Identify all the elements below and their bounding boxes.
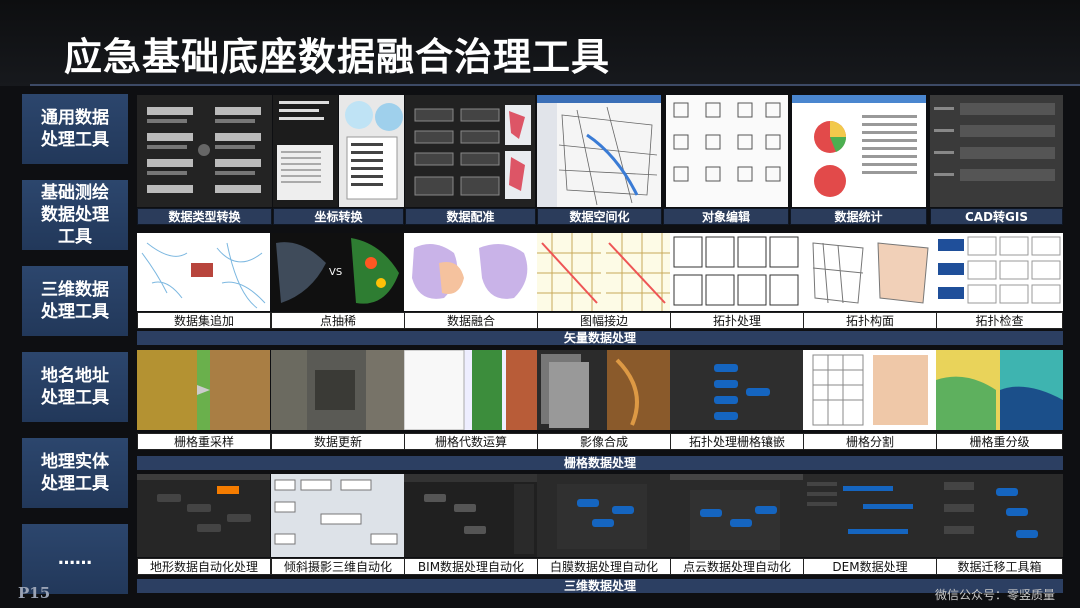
tool-label[interactable]: 数据空间化 xyxy=(537,208,662,225)
tool-label[interactable]: DEM数据处理 xyxy=(803,558,937,575)
thumb-type-conversion xyxy=(137,95,272,207)
tool-label[interactable]: 对象编辑 xyxy=(663,208,789,225)
thumb-oblique-3d xyxy=(271,474,404,557)
title-divider xyxy=(30,84,1080,86)
tool-label[interactable]: 图幅接边 xyxy=(537,312,671,329)
tool-label[interactable]: 数据集追加 xyxy=(137,312,271,329)
sidebar-item-geonames[interactable]: 地名地址 处理工具 xyxy=(22,352,128,422)
thumb-point-thinning: VS xyxy=(271,233,404,311)
tool-label[interactable]: 数据融合 xyxy=(404,312,538,329)
thumb-terrain-automation xyxy=(137,474,270,557)
thumb-raster-resample xyxy=(137,350,270,430)
tool-label[interactable]: 拓扑处理栅格镶嵌 xyxy=(670,433,804,450)
thumb-topology-check xyxy=(936,233,1063,311)
tool-label[interactable]: 倾斜摄影三维自动化 xyxy=(271,558,405,575)
sidebar-item-label: 三维数据 处理工具 xyxy=(41,280,109,322)
thumb-cad-to-gis xyxy=(930,95,1063,207)
thumb-data-fusion xyxy=(404,233,537,311)
thumb-data-update xyxy=(271,350,404,430)
thumb-raster-algebra xyxy=(404,350,537,430)
sidebar-item-surveying[interactable]: 基础测绘 数据处理 工具 xyxy=(22,180,128,250)
sidebar-item-label: 通用数据 处理工具 xyxy=(41,108,109,150)
thumb-raster-split xyxy=(803,350,936,430)
vs-text: VS xyxy=(329,267,342,278)
tool-label[interactable]: 拓扑处理 xyxy=(670,312,804,329)
tool-label[interactable]: 数据更新 xyxy=(271,433,405,450)
group-label-vector: 矢量数据处理 xyxy=(137,331,1063,345)
tool-label[interactable]: CAD转GIS xyxy=(930,208,1063,225)
thumb-registration xyxy=(405,95,535,207)
sidebar-item-label: 地名地址 处理工具 xyxy=(41,366,109,408)
watermark: 微信公众号：零竖质量 xyxy=(935,588,1056,602)
tool-label[interactable]: 数据配准 xyxy=(405,208,536,225)
tool-label[interactable]: 栅格分割 xyxy=(803,433,937,450)
tool-label[interactable]: 栅格重分级 xyxy=(936,433,1063,450)
tool-label[interactable]: 影像合成 xyxy=(537,433,671,450)
thumb-whitemodel-automation xyxy=(537,474,670,557)
thumb-topology-process xyxy=(670,233,803,311)
tool-label[interactable]: 数据统计 xyxy=(790,208,927,225)
thumb-raster-mosaic xyxy=(670,350,803,430)
thumb-dem-processing xyxy=(803,474,936,557)
tool-label[interactable]: 点云数据处理自动化 xyxy=(670,558,804,575)
tool-label[interactable]: 坐标转换 xyxy=(273,208,404,225)
thumb-dataset-append xyxy=(137,233,270,311)
page-number: P15 xyxy=(18,584,51,602)
tool-label[interactable]: 白膜数据处理自动化 xyxy=(537,558,671,575)
tool-label[interactable]: 点抽稀 xyxy=(271,312,405,329)
tool-label[interactable]: 数据迁移工具箱 xyxy=(936,558,1063,575)
tool-label[interactable]: 拓扑检查 xyxy=(936,312,1063,329)
page-title: 应急基础底座数据融合治理工具 xyxy=(64,35,611,79)
thumb-object-editing xyxy=(666,95,788,207)
sidebar-item-3d[interactable]: 三维数据 处理工具 xyxy=(22,266,128,336)
thumb-coord-conversion-a xyxy=(273,95,338,207)
thumb-image-composite xyxy=(537,350,670,430)
sidebar-item-label: 地理实体 处理工具 xyxy=(41,452,109,494)
thumb-statistics xyxy=(792,95,926,207)
thumb-coord-conversion-b xyxy=(339,95,404,207)
thumb-topology-polygon xyxy=(803,233,936,311)
thumb-migration-toolbox xyxy=(936,474,1063,557)
thumb-spatialization xyxy=(537,95,661,207)
thumb-raster-reclass xyxy=(936,350,1063,430)
sidebar-item-entity[interactable]: 地理实体 处理工具 xyxy=(22,438,128,508)
thumb-pointcloud-automation xyxy=(670,474,803,557)
tool-label[interactable]: 栅格代数运算 xyxy=(404,433,538,450)
sidebar-item-general[interactable]: 通用数据 处理工具 xyxy=(22,94,128,164)
group-label-raster: 栅格数据处理 xyxy=(137,456,1063,470)
tool-label[interactable]: 数据类型转换 xyxy=(137,208,272,225)
tool-label[interactable]: BIM数据处理自动化 xyxy=(404,558,538,575)
group-label-3d: 三维数据处理 xyxy=(137,579,1063,593)
thumb-bim-automation xyxy=(404,474,537,557)
sidebar-item-label: …… xyxy=(58,549,92,569)
sidebar-item-label: 基础测绘 数据处理 工具 xyxy=(41,183,109,247)
tool-label[interactable]: 栅格重采样 xyxy=(137,433,271,450)
tool-label[interactable]: 地形数据自动化处理 xyxy=(137,558,271,575)
tool-label[interactable]: 拓扑构面 xyxy=(803,312,937,329)
thumb-edge-matching xyxy=(537,233,670,311)
